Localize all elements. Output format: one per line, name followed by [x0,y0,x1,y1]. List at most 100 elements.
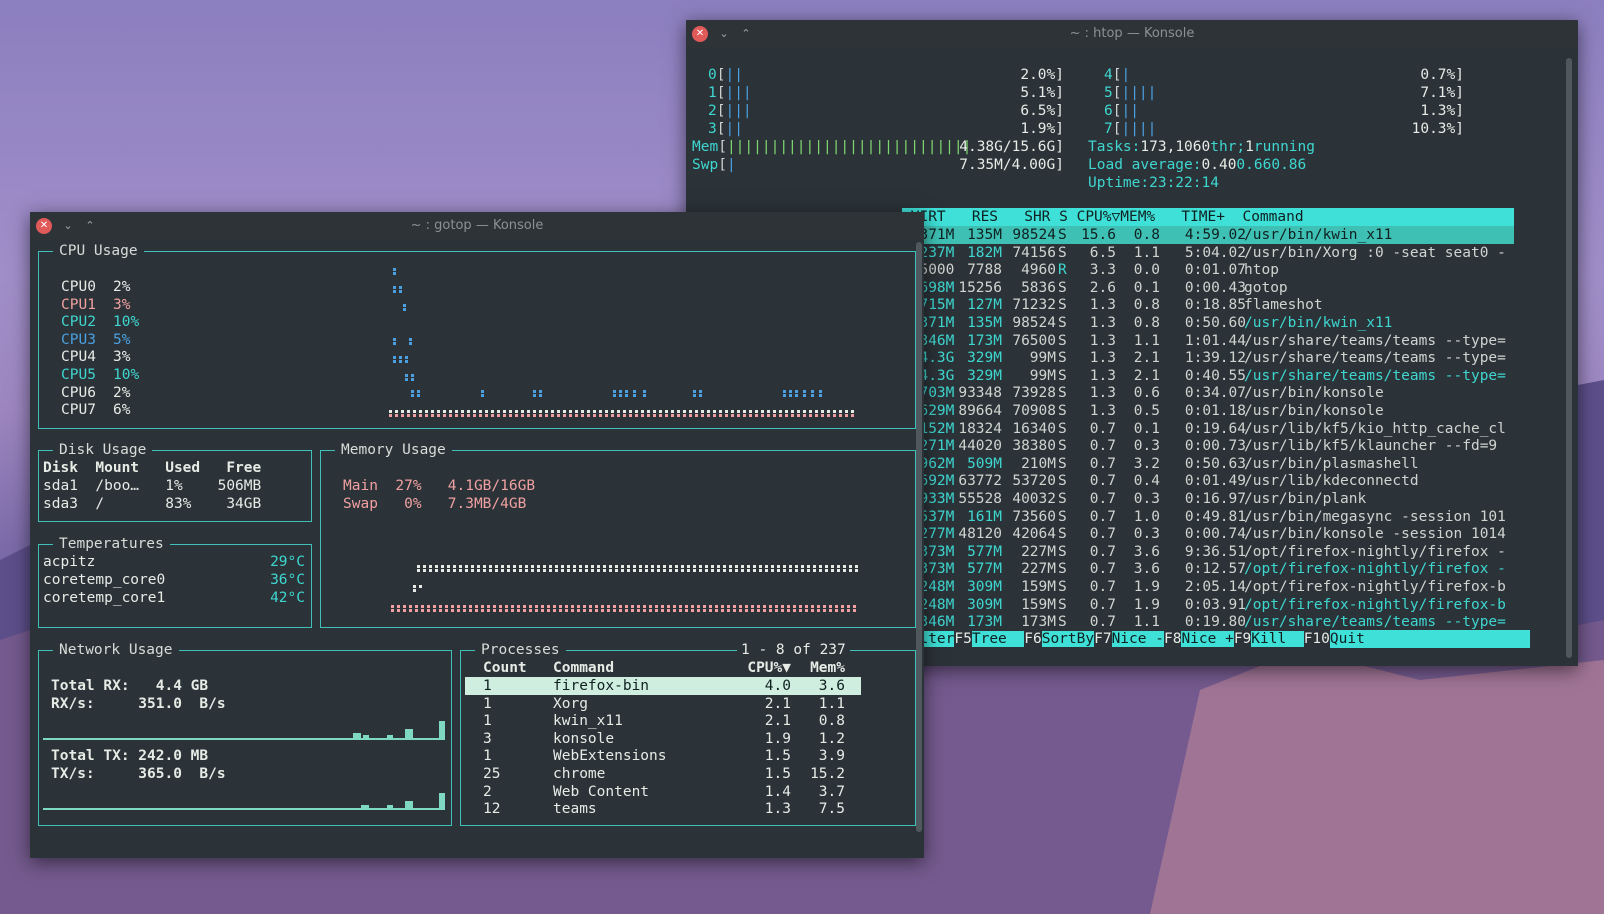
graph-dot [791,414,794,417]
fkey[interactable]: F7Nice - [1094,631,1164,647]
process-row[interactable]: 3 konsole 1.9 1.2 [465,730,861,748]
graph-dot [451,609,454,612]
scrollbar[interactable] [916,242,922,832]
process-row[interactable]: 12 teams 1.3 7.5 [465,800,861,818]
graph-dot [669,569,672,572]
table-row[interactable]: 14.3G 329M 99M S 1.3 2.1 0:40.55/usr/shar… [902,367,1514,385]
process-row[interactable]: 1 WebExtensions 1.5 3.9 [465,747,861,765]
process-row[interactable]: 1 kwin_x11 2.1 0.8 [465,712,861,730]
graph-dot [743,414,746,417]
table-row[interactable]: 4373M 577M 227M S 0.7 3.6 0:12.57/opt/fir… [902,560,1514,578]
table-row[interactable]: 629M 89664 70908 S 1.3 0.5 0:01.18/usr/bin… [902,402,1514,420]
graph-dot [605,410,608,413]
process-header-2[interactable]: CPU%▼ [711,659,791,677]
table-header[interactable]: VIRT RES SHR S CPU%▽MEM% TIME+ Command [902,208,1514,226]
graph-dot [481,390,484,393]
graph-dot [705,565,708,568]
cell: 0.8 [1125,315,1160,331]
fkey[interactable]: F5Tree [954,631,1025,647]
graph-dot [543,565,546,568]
gotop-titlebar[interactable]: ✕ ⌄ ⌃ ~ : gotop — Konsole [30,212,924,240]
table-row[interactable]: 3248M 309M 159M S 0.7 1.9 0:03.91/opt/fir… [902,596,1514,614]
table-row[interactable]: 692M 63772 53720 S 0.7 0.4 0:01.49/usr/lib… [902,472,1514,490]
graph-dot [845,414,848,417]
graph-dot [721,609,724,612]
graph-dot [567,569,570,572]
graph-dot [777,569,780,572]
close-icon[interactable]: ✕ [692,26,708,42]
minimize-icon[interactable]: ⌄ [716,26,732,42]
table-row[interactable]: 1371M 135M 98524 S 15.6 0.8 4:59.02/usr/bi… [902,226,1514,244]
table-row[interactable]: 1371M 135M 98524 S 1.3 0.8 0:50.60/usr/bi… [902,314,1514,332]
graph-dot [683,410,686,413]
process-row[interactable]: 1 firefox-bin 4.0 3.6 [465,677,861,695]
cell: S [1058,438,1067,455]
thr-label: thr; [1210,139,1246,155]
table-row[interactable]: 703M 93348 73928 S 1.3 0.6 0:34.07/usr/bin… [902,384,1514,402]
process-row[interactable]: 1 Xorg 2.1 1.1 [465,695,861,713]
graph-dot [399,360,402,363]
graph-dot [797,410,800,413]
graph-dot [527,410,530,413]
tasks-line: Tasks:173,1060thr;1running [1088,138,1315,156]
process-header-0[interactable]: Count [483,659,543,677]
graph-dot [533,394,536,397]
table-row[interactable]: 4373M 577M 227M S 0.7 3.6 9:36.51/opt/fir… [902,543,1514,561]
table-row[interactable]: 933M 55528 40032 S 0.7 0.3 0:16.97/usr/bin… [902,490,1514,508]
graph-dot [673,605,676,608]
cpu-name: CPU0 [61,279,96,295]
graph-dot [429,569,432,572]
graph-dot [747,565,750,568]
table-row[interactable]: 152M 18324 16340 S 0.7 0.1 0:19.64/usr/lib… [902,420,1514,438]
table-row[interactable]: 1346M 173M 173M S 0.7 1.1 0:19.80/usr/sha… [902,613,1514,631]
function-key-bar[interactable]: FilterF5Tree F6SortByF7Nice -F8Nice +F9K… [902,630,1530,648]
graph-dot [437,410,440,413]
table-row[interactable]: 15000 7788 4960 R 3.3 0.0 0:01.07 htop [902,261,1514,279]
cell: /opt/firefox-nightly/firefox - [1244,561,1506,578]
maximize-icon[interactable]: ⌃ [82,218,98,234]
process-row[interactable]: 25 chrome 1.5 15.2 [465,765,861,783]
fkey[interactable]: F6SortBy [1024,631,1095,647]
table-row[interactable]: 3248M 309M 159M S 0.7 1.9 2:05.14/opt/fir… [902,578,1514,596]
graph-dot [551,414,554,417]
graph-dot [577,605,580,608]
graph-dot [637,609,640,612]
fkey[interactable]: F10Quit [1304,630,1530,648]
process-header-1[interactable]: Command [553,659,703,677]
table-row[interactable]: 698M 15256 5836 S 2.6 0.1 0:00.43 gotop [902,279,1514,297]
table-row[interactable]: 715M 127M 71232 S 1.3 0.8 0:18.85 flamesho… [902,296,1514,314]
table-row[interactable]: 237M 182M 74156 S 6.5 1.1 5:04.02/usr/bin… [902,244,1514,262]
cell: 38380 [1003,438,1056,455]
graph-dot [411,374,414,377]
minimize-icon[interactable]: ⌄ [60,218,76,234]
fkey[interactable]: F8Nice + [1164,631,1234,647]
cpu-percent: 1.3%] [1420,103,1464,119]
rx-sparkline [43,721,445,740]
htop-titlebar[interactable]: ✕ ⌄ ⌃ ~ : htop — Konsole [686,20,1578,48]
graph-dot [403,308,406,311]
mem-swap: Swap 0% 7.3MB/4GB [343,496,527,512]
scrollbar[interactable] [1566,58,1572,658]
table-row[interactable]: 1537M 161M 73560 S 0.7 1.0 0:49.81/usr/bi… [902,508,1514,526]
table-row[interactable]: 3962M 509M 210M S 0.7 3.2 0:50.63/usr/bin… [902,455,1514,473]
process-header-3[interactable]: Mem% [781,659,845,677]
table-row[interactable]: 1346M 173M 76500 S 1.3 1.1 1:01.44/usr/sh… [902,332,1514,350]
close-icon[interactable]: ✕ [36,218,52,234]
table-row[interactable]: 277M 48120 42064 S 0.7 0.3 0:00.74/usr/bin… [902,525,1514,543]
graph-dot [623,414,626,417]
table-row[interactable]: 14.3G 329M 99M S 1.3 2.1 1:39.12/usr/shar… [902,349,1514,367]
cell: 3.6 [1125,561,1160,578]
temp-value: 36°C [270,572,305,588]
gotop-window[interactable]: ✕ ⌄ ⌃ ~ : gotop — Konsole CPU Usage CPU0… [30,212,924,858]
cell: S [1058,473,1067,490]
cell: 1:01.44 [1176,332,1246,349]
cell: 173M [958,614,1002,631]
processes-panel[interactable]: Processes 1 - 8 of 237 Count Command CPU%▼… [460,641,916,826]
maximize-icon[interactable]: ⌃ [738,26,754,42]
table-row[interactable]: 271M 44020 38380 S 0.7 0.3 0:00.73/usr/lib… [902,437,1514,455]
graph-dot [545,414,548,417]
process-row[interactable]: 2 Web Content 1.4 3.7 [465,783,861,801]
process-cell: 1.9 [764,730,791,747]
fkey[interactable]: F9Kill [1234,631,1304,647]
graph-dot [569,414,572,417]
